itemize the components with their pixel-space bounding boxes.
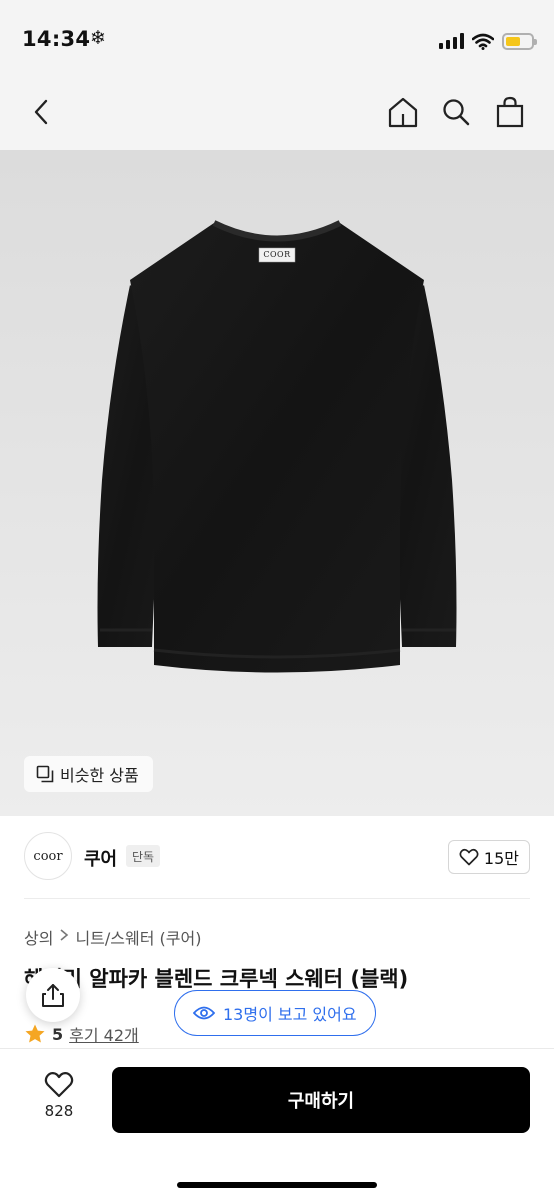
- nav-bar: [0, 80, 554, 150]
- status-bar: 14:34 ❄: [0, 0, 554, 80]
- cart-button[interactable]: [488, 90, 532, 134]
- wifi-icon: [472, 33, 494, 50]
- share-button[interactable]: [26, 968, 80, 1022]
- chevron-left-icon: [34, 99, 48, 125]
- home-icon: [388, 97, 418, 128]
- viewers-text: 13명이 보고 있어요: [223, 1005, 357, 1024]
- chevron-right-icon: [59, 928, 69, 946]
- battery-level: [506, 36, 521, 46]
- home-indicator: [177, 1182, 377, 1188]
- brand-like-count: 15만: [483, 849, 519, 868]
- bottom-action-bar: 828 구매하기: [0, 1048, 554, 1200]
- status-indicators: [439, 30, 537, 52]
- star-icon: [25, 1024, 45, 1043]
- cellular-signal-icon: [439, 33, 464, 49]
- status-time: 14:34: [22, 27, 91, 51]
- brand-logo[interactable]: coor: [24, 832, 72, 880]
- product-title: 헤더리 알파카 블렌드 크루넥 스웨터 (블랙): [24, 967, 409, 991]
- battery-icon: [502, 32, 537, 50]
- breadcrumb-category[interactable]: 상의: [24, 925, 53, 949]
- like-button[interactable]: 828: [30, 1071, 88, 1129]
- brand-name[interactable]: 쿠어: [84, 845, 117, 871]
- search-icon: [443, 99, 470, 126]
- rating-value: 5: [52, 1024, 64, 1044]
- similar-products-label: 비슷한 상품: [60, 766, 139, 785]
- brand-row: coor 쿠어 단독 15만: [0, 830, 554, 886]
- search-button[interactable]: [434, 90, 478, 134]
- back-button[interactable]: [20, 90, 64, 134]
- heart-icon: [44, 1072, 74, 1098]
- snowflake-icon: ❄: [90, 27, 106, 49]
- garment-tag-label: COOR: [263, 250, 291, 259]
- home-button[interactable]: [381, 90, 425, 134]
- exclusive-badge: 단독: [126, 845, 161, 867]
- rating-row: 5 후기 42개: [24, 1022, 139, 1046]
- product-image[interactable]: COOR 비슷한 상품: [0, 150, 554, 816]
- heart-icon: [459, 848, 479, 866]
- shopping-bag-icon: [496, 96, 524, 128]
- like-count: 828: [44, 1102, 74, 1120]
- breadcrumb: 상의 니트/스웨터 (쿠어): [24, 925, 201, 949]
- brand-like-button[interactable]: 15만: [447, 840, 530, 874]
- buy-button[interactable]: 구매하기: [112, 1067, 530, 1133]
- similar-products-button[interactable]: 비슷한 상품: [24, 756, 153, 792]
- copy-icon: [36, 765, 54, 783]
- review-count-link[interactable]: 후기 42개: [69, 1022, 139, 1046]
- divider: [24, 898, 530, 899]
- eye-icon: [193, 1006, 215, 1020]
- viewers-badge: 13명이 보고 있어요: [174, 990, 376, 1036]
- share-icon: [42, 984, 64, 1007]
- breadcrumb-subcategory[interactable]: 니트/스웨터 (쿠어): [75, 925, 201, 949]
